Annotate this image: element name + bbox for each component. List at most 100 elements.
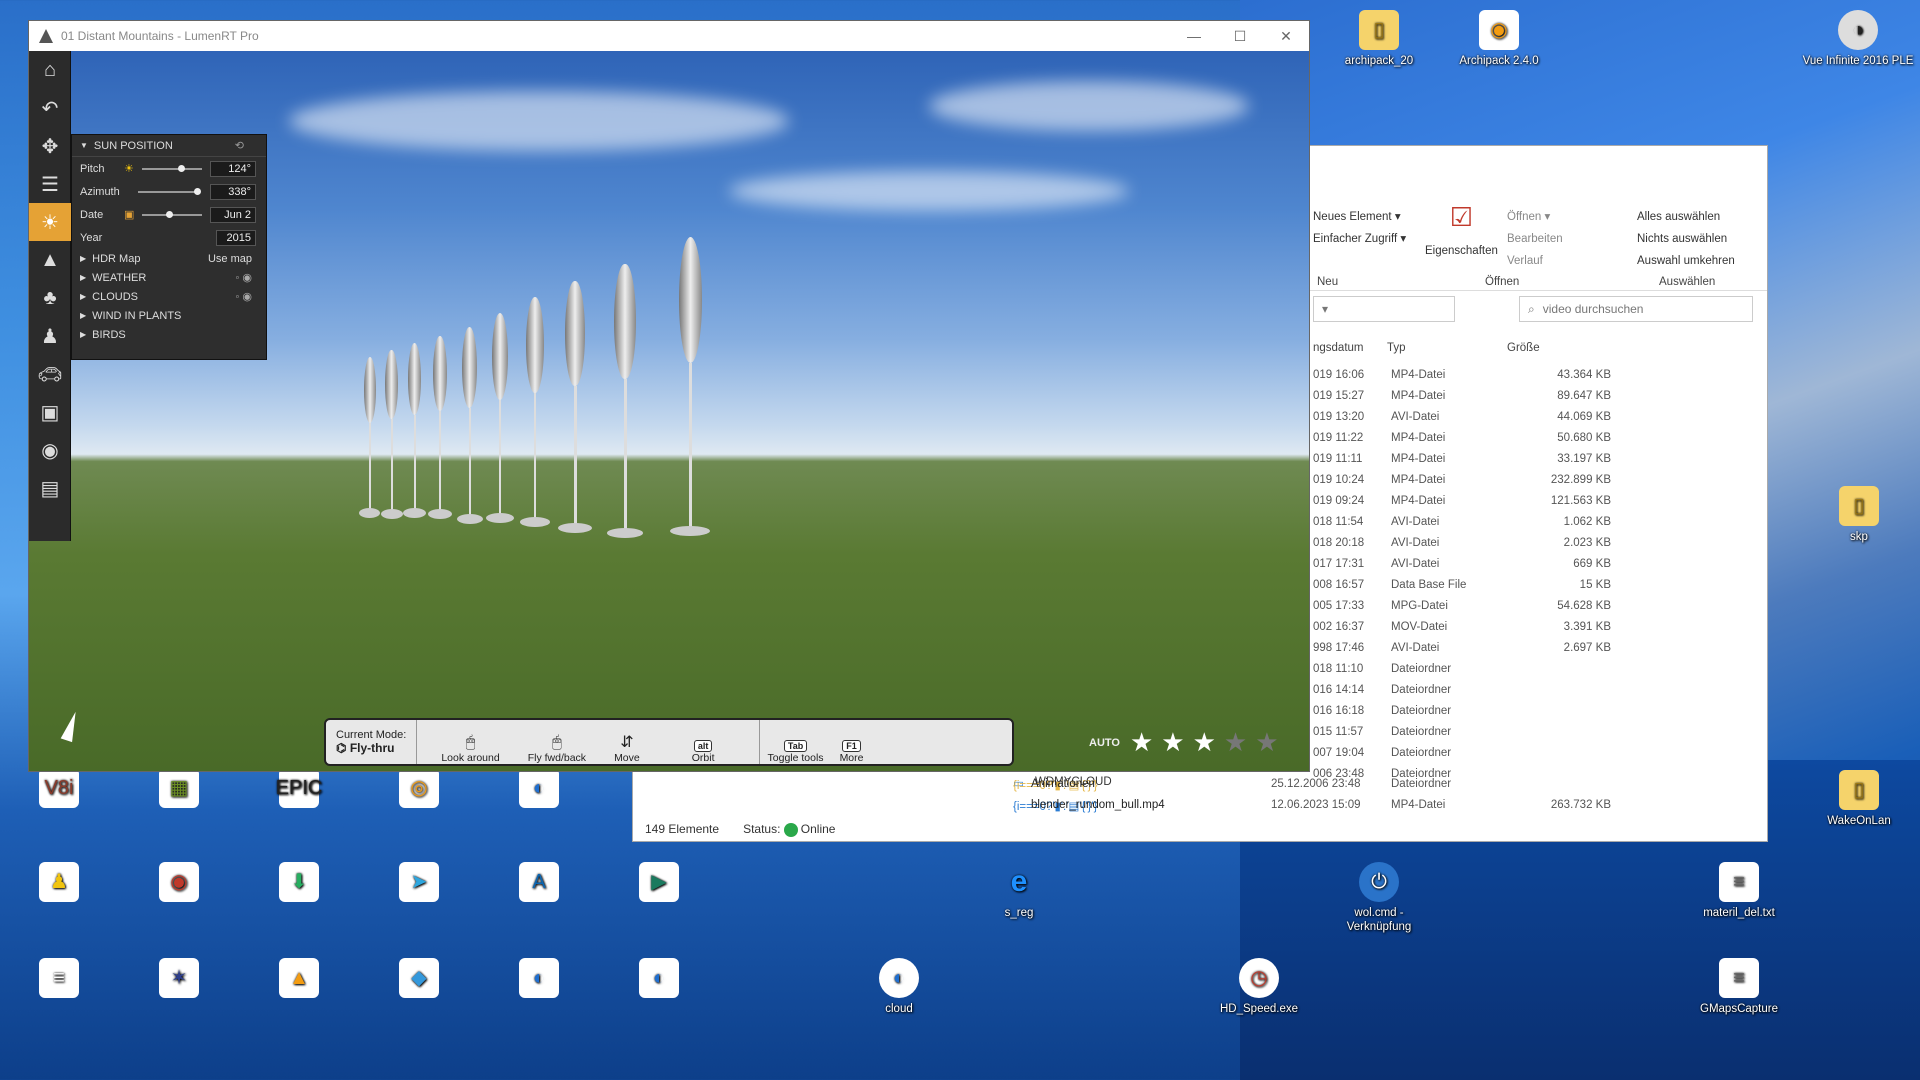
search-box[interactable]: ⌕ video durchsuchen <box>1519 296 1753 322</box>
objects-icon[interactable]: ▣ <box>29 393 71 431</box>
wind-turbine-pole <box>439 411 441 512</box>
open-button[interactable]: Öffnen ▾ <box>1507 206 1563 228</box>
desktop-icon-row1-4[interactable]: ◐ <box>483 768 595 812</box>
section-hdr-map[interactable]: ▶ HDR Map Use map <box>72 249 266 268</box>
desktop-icon-row3-0[interactable]: ≡ <box>3 958 115 1002</box>
desktop-icon-materil-del[interactable]: ≡ materil_del.txt <box>1683 862 1795 920</box>
column-date[interactable]: ngsdatum <box>1313 342 1387 354</box>
desktop-icon-row2-0[interactable]: ♟ <box>3 862 115 906</box>
settings-toggle-icon[interactable]: ◦ ◉ <box>235 271 252 284</box>
expand-triangle-icon: ▶ <box>80 254 87 263</box>
more-button[interactable]: F1 More <box>832 720 872 764</box>
car-icon[interactable]: 🚗︎ <box>29 355 71 393</box>
toggle-tools-button[interactable]: Tab Toggle tools <box>758 720 832 764</box>
fly-fwd-back-button[interactable]: 🖱︎ Fly fwd/back <box>520 720 594 764</box>
date-value-input[interactable]: Jun 2 <box>210 206 256 223</box>
sun-position-icon[interactable]: ☀ <box>29 203 71 241</box>
desktop-icon-archipack-20[interactable]: ▯ archipack_20 <box>1323 10 1435 68</box>
desktop-icon-row1-3[interactable]: ◎ <box>363 768 475 812</box>
desktop-icon-row2-5[interactable]: ▶ <box>603 862 715 906</box>
tree-icon[interactable]: ♣ <box>29 279 71 317</box>
camera-icon[interactable]: ◉ <box>29 431 71 469</box>
desktop-icon-row2-1[interactable]: ◉ <box>123 862 235 906</box>
properties-button[interactable]: ☑ Eigenschaften <box>1425 204 1498 262</box>
desktop-icon-gmapscapture[interactable]: ≡ GMapsCapture <box>1683 958 1795 1016</box>
date-slider[interactable] <box>142 210 203 218</box>
section-weather[interactable]: ▶ WEATHER ◦ ◉ <box>72 268 266 287</box>
home-icon[interactable]: ⌂ <box>29 51 71 89</box>
move-button[interactable]: ⇵ Move <box>606 720 648 764</box>
desktop-icon-row1-2[interactable]: EPIC <box>243 768 355 812</box>
column-type[interactable]: Typ <box>1387 342 1507 354</box>
pitch-slider[interactable] <box>141 164 202 172</box>
app-icon: EPIC <box>276 768 322 808</box>
desktop-icon-row2-3[interactable]: ➤ <box>363 862 475 906</box>
reset-icon[interactable]: ⟲ <box>235 139 244 152</box>
desktop-icon-skp[interactable]: ▯ skp <box>1803 486 1915 544</box>
tab-key-icon: Tab <box>783 740 808 752</box>
file-row[interactable]: {i===0?'▮':'▤'{'}'} blender_rundom_bull.m… <box>633 796 1767 817</box>
desktop-icon-cloud[interactable]: ◐ cloud <box>843 958 955 1016</box>
adjust-sliders-icon[interactable]: ☰ <box>29 165 71 203</box>
undo-icon[interactable]: ↶ <box>29 89 71 127</box>
archipack-icon: ◉ <box>1479 10 1519 50</box>
easy-access-button[interactable]: Einfacher Zugriff ▾ <box>1313 228 1406 250</box>
year-stepper[interactable]: 2015 <box>216 229 256 246</box>
year-row: Year 2015 <box>72 226 266 249</box>
desktop-icon-row2-4[interactable]: A <box>483 862 595 906</box>
desktop-icon-vue[interactable]: ◑ Vue Infinite 2016 PLE <box>1802 10 1914 68</box>
desktop-icon-row3-2[interactable]: ▲ <box>243 958 355 1002</box>
invert-selection-button[interactable]: Auswahl umkehren <box>1637 250 1735 272</box>
desktop-icon-s-reg[interactable]: e s_reg <box>963 862 1075 920</box>
quality-star-icon[interactable]: ★ <box>1255 727 1278 758</box>
terrain-icon[interactable]: ▲ <box>29 241 71 279</box>
look-around-button[interactable]: 🖱︎ Look around <box>433 720 507 764</box>
desktop-icon-row3-1[interactable]: ✶ <box>123 958 235 1002</box>
wind-turbine-pole <box>469 408 472 517</box>
desktop-icon-wol-cmd[interactable]: ⏻ wol.cmd - Verknüpfung <box>1323 862 1435 934</box>
move-tool-icon[interactable]: ✥ <box>29 127 71 165</box>
quality-star-icon[interactable]: ★ <box>1224 727 1247 758</box>
app-icon: ◐ <box>519 768 559 808</box>
edit-button[interactable]: Bearbeiten <box>1507 228 1563 250</box>
file-row[interactable]: {i===0?'▮':'▤'{'}'} Animationen 25.12.2006… <box>633 775 1767 796</box>
app-icon: A <box>519 862 559 902</box>
azimuth-slider[interactable] <box>138 187 201 195</box>
desktop-icon-archipack-240[interactable]: ◉ Archipack 2.4.0 <box>1443 10 1555 68</box>
clapperboard-icon[interactable]: ▤ <box>29 469 71 507</box>
desktop-icon-row1-0[interactable]: V8i <box>3 768 115 812</box>
pitch-value-input[interactable]: 124° <box>210 160 256 177</box>
auto-quality-button[interactable]: AUTO <box>1089 737 1120 749</box>
azimuth-value-input[interactable]: 338° <box>210 183 256 200</box>
desktop-icon-row1-1[interactable]: ▦ <box>123 768 235 812</box>
section-wind-in-plants[interactable]: ▶ WIND IN PLANTS <box>72 306 266 325</box>
select-none-button[interactable]: Nichts auswählen <box>1637 228 1735 250</box>
quality-star-icon[interactable]: ★ <box>1193 727 1216 758</box>
settings-toggle-icon[interactable]: ◦ ◉ <box>235 290 252 303</box>
search-input[interactable]: video durchsuchen <box>1543 302 1644 316</box>
desktop-icon-row3-3[interactable]: ◆ <box>363 958 475 1002</box>
column-size[interactable]: Größe <box>1507 342 1540 354</box>
desktop-icon-row3-5[interactable]: ◐ <box>603 958 715 1002</box>
desktop-icon-row3-4[interactable]: ◐ <box>483 958 595 1002</box>
use-map-button[interactable]: Use map <box>208 253 252 265</box>
select-all-button[interactable]: Alles auswählen <box>1637 206 1735 228</box>
section-clouds[interactable]: ▶ CLOUDS ◦ ◉ <box>72 287 266 306</box>
quality-star-icon[interactable]: ★ <box>1161 727 1184 758</box>
desktop-icon-hd-speed[interactable]: ◷ HD_Speed.exe <box>1203 958 1315 1016</box>
wind-turbine-base <box>403 508 426 518</box>
history-button[interactable]: Verlauf <box>1507 250 1563 272</box>
desktop-icon-row2-2[interactable]: ⬇ <box>243 862 355 906</box>
new-item-button[interactable]: Neues Element ▾ <box>1313 206 1406 228</box>
quality-star-icon[interactable]: ★ <box>1130 727 1153 758</box>
minimize-button[interactable]: — <box>1171 21 1217 51</box>
maximize-button[interactable]: ☐ <box>1217 21 1263 51</box>
orbit-button[interactable]: alt Orbit <box>684 720 723 764</box>
sun-position-header[interactable]: ▼ SUN POSITION ⟲ <box>72 135 266 157</box>
app-icon: ⬇ <box>279 862 319 902</box>
section-birds[interactable]: ▶ BIRDS <box>72 325 266 344</box>
address-bar-dropdown[interactable]: ▾ <box>1313 296 1455 322</box>
close-button[interactable]: ✕ <box>1263 21 1309 51</box>
wind-turbine-blade <box>385 349 398 420</box>
person-icon[interactable]: ♟ <box>29 317 71 355</box>
